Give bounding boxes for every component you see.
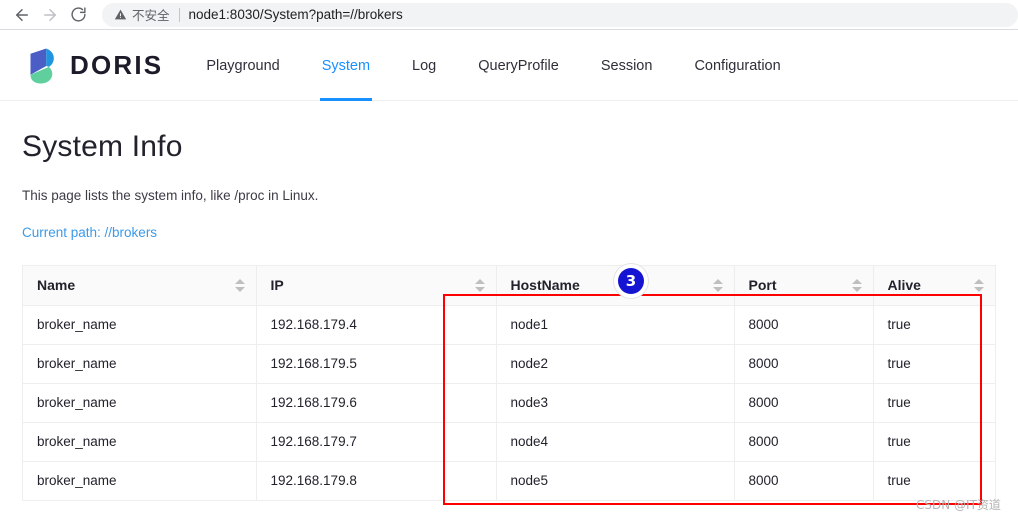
arrow-right-icon [41, 6, 59, 24]
back-button[interactable] [8, 1, 36, 29]
arrow-left-icon [13, 6, 31, 24]
nav-item-playground[interactable]: Playground [185, 31, 300, 101]
sort-icon[interactable] [851, 277, 862, 293]
table-header: Name IP HostName Port Alive [23, 266, 995, 306]
cell-ip: 192.168.179.4 [256, 305, 497, 345]
cell-port: 8000 [734, 344, 874, 384]
sort-icon[interactable] [474, 277, 485, 293]
cell-port: 8000 [734, 461, 874, 501]
column-label: Alive [887, 277, 921, 294]
cell-alive: true [873, 461, 995, 501]
nav-label: Session [600, 57, 653, 74]
column-header-ip[interactable]: IP [256, 266, 497, 306]
column-header-alive[interactable]: Alive [873, 266, 995, 306]
cell-port: 8000 [734, 383, 874, 423]
address-bar[interactable]: 不安全 node1:8030/System?path=//brokers [102, 2, 1018, 27]
nav-label: System [321, 57, 371, 74]
brand-name: DORIS [70, 50, 164, 80]
main-navigation: Playground System Log QueryProfile Sessi… [185, 31, 801, 101]
page-body: DORIS Playground System Log QueryProfile… [0, 31, 1018, 522]
current-path-link[interactable]: Current path: //brokers [22, 225, 157, 240]
table-row[interactable]: broker_name 192.168.179.4 node1 8000 tru… [23, 305, 995, 345]
table-body: broker_name 192.168.179.4 node1 8000 tru… [23, 305, 995, 501]
brand-logo[interactable]: DORIS [20, 45, 163, 87]
sort-icon[interactable] [234, 277, 245, 293]
nav-item-queryprofile[interactable]: QueryProfile [457, 31, 580, 101]
cell-hostname: node5 [496, 461, 735, 501]
cell-hostname: node3 [496, 383, 735, 423]
warning-triangle-icon [114, 8, 127, 21]
reload-icon [70, 6, 87, 23]
cell-name: broker_name [23, 344, 257, 384]
cell-hostname: node2 [496, 344, 735, 384]
nav-label: Configuration [694, 57, 781, 74]
page-title: System Info [22, 130, 183, 163]
cell-name: broker_name [23, 305, 257, 345]
table-row[interactable]: broker_name 192.168.179.5 node2 8000 tru… [23, 344, 995, 384]
doris-logo-icon [20, 45, 62, 87]
cell-ip: 192.168.179.5 [256, 344, 497, 384]
omnibox-divider [178, 7, 180, 22]
nav-label: Log [412, 57, 437, 74]
cell-port: 8000 [734, 422, 874, 462]
page-description: This page lists the system info, like /p… [22, 188, 319, 203]
nav-label: Playground [206, 57, 280, 74]
nav-item-configuration[interactable]: Configuration [673, 31, 801, 101]
cell-ip: 192.168.179.8 [256, 461, 497, 501]
table-row[interactable]: broker_name 192.168.179.8 node5 8000 tru… [23, 461, 995, 501]
site-header: DORIS Playground System Log QueryProfile… [0, 31, 1018, 101]
nav-item-session[interactable]: Session [580, 31, 674, 101]
forward-button[interactable] [36, 1, 64, 29]
column-label: HostName [510, 277, 580, 294]
cell-alive: true [873, 383, 995, 423]
cell-hostname: node4 [496, 422, 735, 462]
step-badge-number: 3 [618, 268, 644, 294]
brokers-table: Name IP HostName Port Alive broker_name … [23, 266, 995, 501]
cell-name: broker_name [23, 383, 257, 423]
reload-button[interactable] [64, 1, 92, 29]
column-header-port[interactable]: Port [734, 266, 874, 306]
watermark-text: CSDN @IT资道 [916, 498, 1001, 512]
browser-toolbar: 不安全 node1:8030/System?path=//brokers [0, 0, 1018, 30]
system-info-table: Name IP HostName Port Alive broker_name … [22, 265, 996, 501]
security-status-label: 不安全 [132, 8, 170, 23]
sort-icon[interactable] [974, 277, 984, 293]
cell-name: broker_name [23, 461, 257, 501]
nav-label: QueryProfile [478, 57, 559, 74]
table-row[interactable]: broker_name 192.168.179.7 node4 8000 tru… [23, 422, 995, 462]
cell-hostname: node1 [496, 305, 735, 345]
cell-ip: 192.168.179.7 [256, 422, 497, 462]
nav-item-system[interactable]: System [301, 31, 391, 101]
column-label: IP [270, 277, 284, 294]
column-label: Name [37, 277, 76, 294]
column-label: Port [748, 277, 777, 294]
main-content: System Info This page lists the system i… [0, 130, 1018, 501]
cell-ip: 192.168.179.6 [256, 383, 497, 423]
cell-alive: true [873, 305, 995, 345]
column-header-name[interactable]: Name [23, 266, 257, 306]
cell-name: broker_name [23, 422, 257, 462]
table-row[interactable]: broker_name 192.168.179.6 node3 8000 tru… [23, 383, 995, 423]
step-badge-3: 3 [614, 264, 648, 298]
cell-port: 8000 [734, 305, 874, 345]
cell-alive: true [873, 344, 995, 384]
url-text: node1:8030/System?path=//brokers [188, 7, 403, 22]
table-header-row: Name IP HostName Port Alive [23, 266, 995, 306]
nav-item-log[interactable]: Log [391, 31, 457, 101]
cell-alive: true [873, 422, 995, 462]
sort-icon[interactable] [712, 277, 723, 293]
